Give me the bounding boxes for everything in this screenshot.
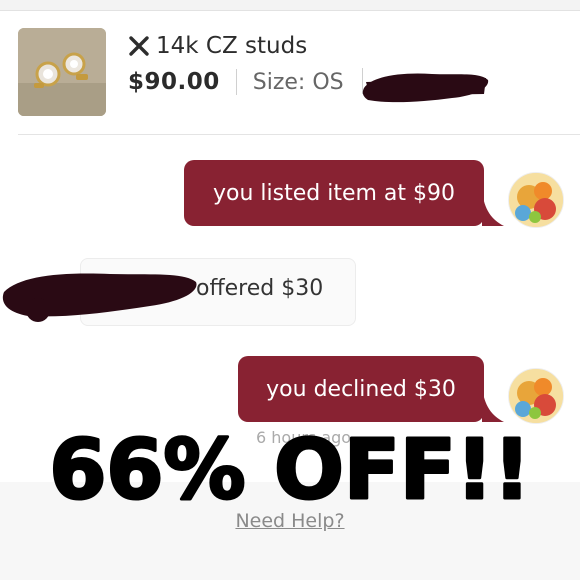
message-bubble-listed: you listed item at $90	[184, 160, 484, 226]
listing-title-row: 14k CZ studs	[128, 32, 307, 60]
avatar[interactable]	[508, 368, 564, 424]
listing-title: 14k CZ studs	[156, 33, 308, 59]
redaction-mark	[2, 273, 197, 322]
redaction-mark	[362, 73, 489, 103]
promo-overlay: 66% OFF!!	[48, 422, 532, 519]
bubble-tail	[482, 386, 504, 422]
bubble-tail	[482, 190, 504, 226]
listing-meta: $90.00 Size: OS	[128, 67, 344, 97]
meta-divider	[235, 69, 237, 95]
close-icon	[129, 36, 149, 56]
listing-thumbnail[interactable]	[18, 28, 106, 116]
earring-thumbnail-icon	[18, 28, 106, 116]
listing-header[interactable]: 14k CZ studs $90.00 Size: OS	[0, 12, 580, 134]
listing-size: Size: OS	[252, 69, 344, 95]
promo-text: 66% OFF!!	[49, 423, 530, 518]
avatar-icon	[509, 173, 563, 227]
message-text: you listed item at $90	[212, 180, 455, 206]
listing-price: $90.00	[128, 69, 220, 95]
avatar-icon	[509, 369, 563, 423]
header-divider	[18, 134, 580, 135]
top-bar	[0, 0, 580, 11]
message-bubble-declined: you declined $30	[238, 356, 484, 422]
offer-text: offered $30	[196, 276, 324, 301]
message-text: you declined $30	[266, 376, 456, 402]
avatar[interactable]	[508, 172, 564, 228]
